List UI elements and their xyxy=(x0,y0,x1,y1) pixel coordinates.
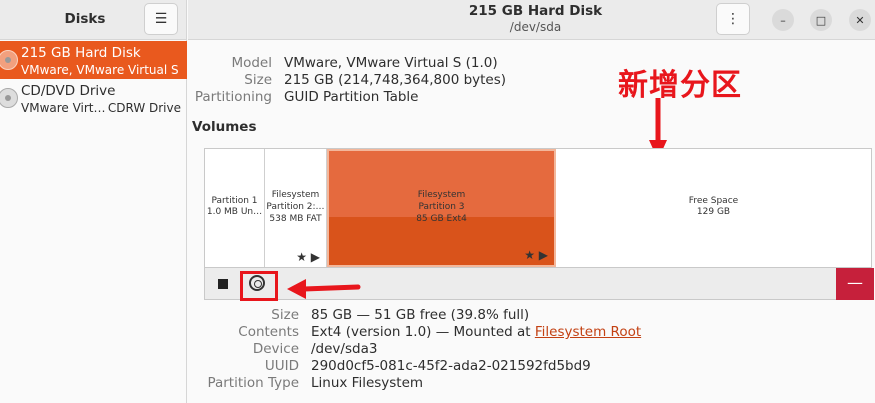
delete-partition-button[interactable]: — xyxy=(836,268,874,300)
disk-item-hard-disk[interactable]: 215 GB Hard Disk VMware, VMware Virtual … xyxy=(0,41,187,79)
partition-2-segment[interactable]: Filesystem Partition 2:… 538 MB FAT ★ ▶ xyxy=(265,149,327,267)
disk-sub: VMware, VMware Virtual S xyxy=(21,63,179,77)
free-space-segment[interactable]: Free Space 129 GB xyxy=(556,149,871,267)
segment-label: 129 GB xyxy=(696,207,731,217)
size-value: 215 GB (214,748,364,800 bytes) xyxy=(284,72,507,88)
partition-type-value: Linux Filesystem xyxy=(311,375,424,391)
sidebar-header: Disks ☰ xyxy=(0,0,186,40)
segment-label: Partition 3 xyxy=(418,202,465,212)
volume-map: Partition 1 1.0 MB Un… Filesystem Partit… xyxy=(204,148,872,268)
segment-label: 1.0 MB Un… xyxy=(206,207,263,217)
minus-icon: — xyxy=(847,273,863,292)
partition-type-label: Partition Type xyxy=(207,375,299,391)
part-size-value: 85 GB — 51 GB free (39.8% full) xyxy=(311,307,530,323)
segment-label: Partition 1 xyxy=(211,196,258,206)
segment-label: Partition 2:… xyxy=(266,202,325,212)
device-value: /dev/sda3 xyxy=(311,341,378,357)
main-header: 215 GB Hard Disk /dev/sda ⋮ – □ ✕ xyxy=(188,0,875,40)
annotation-text: 新增分区 xyxy=(618,68,742,103)
partitioning-value: GUID Partition Table xyxy=(284,89,419,105)
uuid-label: UUID xyxy=(264,358,299,374)
hard-disk-icon xyxy=(0,50,18,70)
contents-label: Contents xyxy=(238,324,299,340)
close-icon: ✕ xyxy=(855,13,865,27)
segment-tools-icons: ★ ▶ xyxy=(524,248,548,262)
minimize-icon: – xyxy=(780,13,786,27)
model-value: VMware, VMware Virtual S (1.0) xyxy=(284,55,498,71)
maximize-icon: □ xyxy=(815,13,827,27)
contents-value: Ext4 (version 1.0) — Mounted at Filesyst… xyxy=(311,324,641,340)
partition-1-segment[interactable]: Partition 1 1.0 MB Un… xyxy=(205,149,265,267)
disk-name: CD/DVD Drive xyxy=(21,83,116,99)
sidebar: Disks ☰ 215 GB Hard Disk VMware, VMware … xyxy=(0,0,187,403)
partitioning-label: Partitioning xyxy=(194,89,272,105)
stop-icon[interactable] xyxy=(218,279,228,289)
segment-label: 85 GB Ext4 xyxy=(416,214,467,224)
volumes-title: Volumes xyxy=(192,119,257,135)
segment-label: Free Space xyxy=(688,196,739,206)
segment-label: 538 MB FAT xyxy=(269,214,322,224)
maximize-button[interactable]: □ xyxy=(810,9,832,31)
segment-tools-icons: ★ ▶ xyxy=(296,250,320,264)
optical-drive-icon xyxy=(0,88,18,108)
close-button[interactable]: ✕ xyxy=(849,9,871,31)
hamburger-icon: ☰ xyxy=(154,11,168,27)
partition-3-segment[interactable]: Filesystem Partition 3 85 GB Ext4 ★ ▶ xyxy=(327,149,556,267)
annotation-highlight-box xyxy=(240,271,278,301)
annotation-arrow-left xyxy=(287,279,361,299)
segment-label: Filesystem xyxy=(271,190,320,200)
menu-button[interactable]: ☰ xyxy=(144,3,178,35)
size-label: Size xyxy=(244,72,272,88)
device-label: Device xyxy=(252,341,299,357)
segment-label: Filesystem xyxy=(417,190,466,200)
disk-sub: VMware Virt… xyxy=(21,101,106,115)
contents-text: Ext4 (version 1.0) — Mounted at xyxy=(311,324,535,340)
more-options-button[interactable]: ⋮ xyxy=(716,3,750,35)
disk-name: 215 GB Hard Disk xyxy=(21,45,141,61)
disk-item-cd-dvd[interactable]: CD/DVD Drive VMware Virt… CDRW Drive xyxy=(0,79,187,117)
filesystem-root-link[interactable]: Filesystem Root xyxy=(535,324,641,340)
part-size-label: Size xyxy=(271,307,299,323)
uuid-value: 290d0cf5-081c-45f2-ada2-021592fd5bd9 xyxy=(311,358,591,374)
minimize-button[interactable]: – xyxy=(772,9,794,31)
model-label: Model xyxy=(231,55,272,71)
kebab-icon: ⋮ xyxy=(726,11,740,27)
disk-sub-type: CDRW Drive xyxy=(107,101,181,115)
